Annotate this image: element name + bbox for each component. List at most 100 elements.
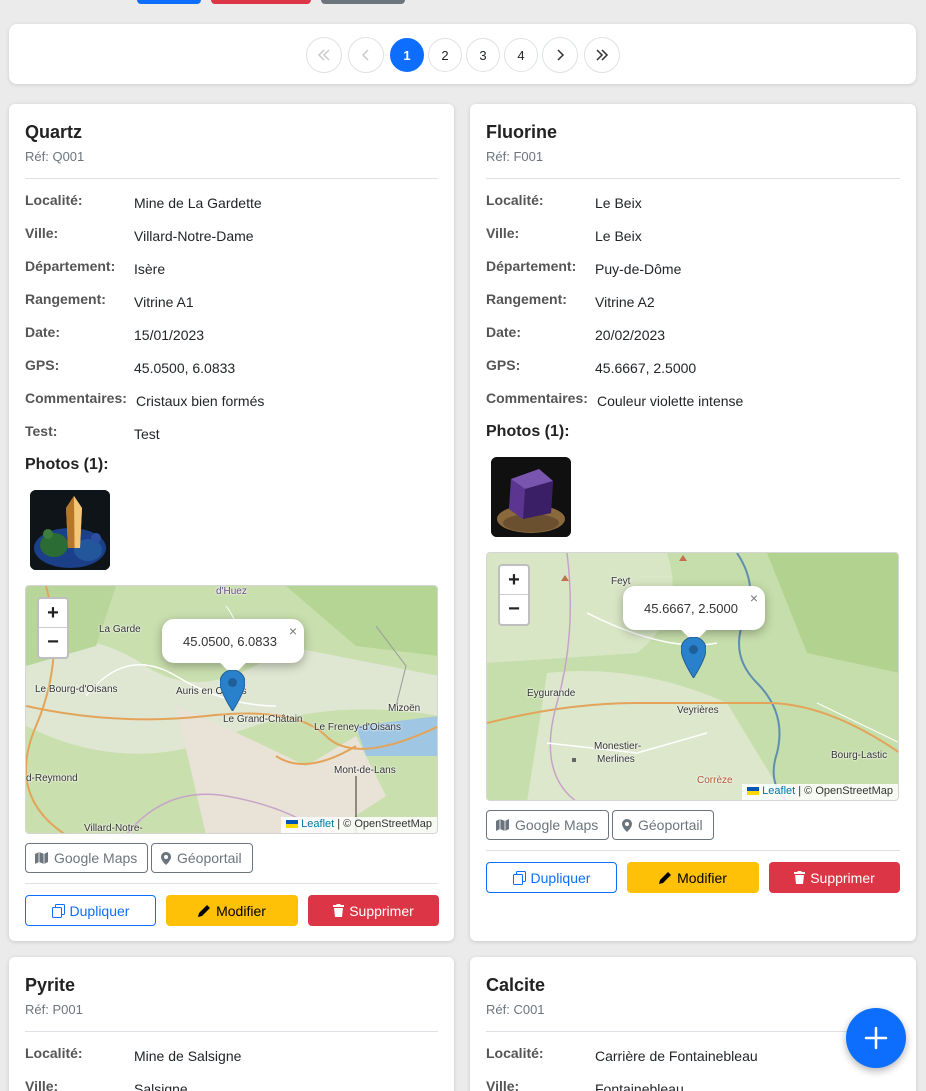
ukraine-flag-icon [286, 820, 299, 829]
popup-close-button[interactable]: × [750, 590, 758, 606]
field-label: GPS: [25, 357, 60, 373]
map-place-label: Le Bourg-d'Oisans [35, 684, 118, 695]
photos-title: Photos (1): [25, 456, 109, 473]
page-1-button[interactable]: 1 [390, 38, 424, 72]
prev-page-button[interactable] [348, 37, 384, 73]
card-ref: Réf: Q001 [25, 149, 85, 164]
field-label: Commentaires: [25, 390, 127, 406]
field-value: Couleur violette intense [597, 393, 744, 409]
field-gps: GPS: 45.6667, 2.5000 [486, 357, 900, 379]
map-marker-icon[interactable] [220, 670, 245, 711]
delete-button[interactable]: Supprimer [308, 895, 439, 926]
top-secondary-button[interactable] [321, 0, 405, 4]
geoportail-button[interactable]: Géoportail [151, 843, 253, 873]
divider [486, 1031, 900, 1032]
field-label: Localité: [25, 192, 83, 208]
field-label: Rangement: [486, 291, 567, 307]
photos-title: Photos (1): [486, 423, 570, 440]
map-place-label: Corrèze [697, 775, 733, 786]
zoom-out-button[interactable]: − [39, 628, 67, 657]
card-ref: Réf: C001 [486, 1002, 545, 1017]
location-pin-icon [622, 818, 632, 832]
pagination-card: 1 2 3 4 [9, 24, 916, 84]
field-localite: Localité: Mine de Salsigne [25, 1045, 438, 1067]
field-departement: Département: Puy-de-Dôme [486, 258, 900, 280]
field-label: Commentaires: [486, 390, 588, 406]
map-popup: 45.0500, 6.0833 × [162, 619, 304, 676]
delete-label: Supprimer [349, 902, 414, 919]
delete-label: Supprimer [810, 869, 875, 886]
quartz-crystal-photo [30, 490, 110, 570]
duplicate-button[interactable]: Dupliquer [486, 862, 617, 893]
google-maps-button[interactable]: Google Maps [25, 843, 149, 873]
field-label: Date: [486, 324, 522, 340]
divider [486, 178, 900, 179]
field-value: Villard-Notre-Dame [134, 228, 254, 244]
first-page-button[interactable] [306, 37, 342, 73]
field-value: Vitrine A1 [134, 294, 194, 310]
divider [25, 178, 438, 179]
field-test: Test: Test [25, 423, 438, 445]
field-label: Ville: [25, 225, 59, 241]
top-primary-button[interactable] [137, 0, 201, 4]
add-mineral-button[interactable] [846, 1008, 906, 1068]
google-maps-label: Google Maps [54, 850, 138, 866]
card-title: Quartz [25, 122, 83, 142]
double-chevron-left-icon [317, 49, 330, 61]
field-value: Cristaux bien formés [136, 393, 265, 409]
field-ville: Ville: Fontainebleau [486, 1078, 900, 1091]
last-page-button[interactable] [584, 37, 620, 73]
google-maps-label: Google Maps [515, 817, 599, 833]
location-pin-icon [161, 851, 171, 865]
geoportail-label: Géoportail [638, 817, 703, 833]
field-value: Salsigne [134, 1081, 188, 1091]
map-popup: 45.6667, 2.5000 × [623, 586, 765, 643]
field-label: Ville: [25, 1078, 59, 1091]
page-4-button[interactable]: 4 [504, 38, 538, 72]
divider [25, 1031, 438, 1032]
popup-close-button[interactable]: × [289, 623, 297, 639]
geoportail-button[interactable]: Géoportail [612, 810, 714, 840]
delete-button[interactable]: Supprimer [769, 862, 900, 893]
edit-label: Modifier [677, 869, 727, 886]
next-page-button[interactable] [542, 37, 578, 73]
field-value: Isère [134, 261, 166, 277]
leaflet-link[interactable]: Leaflet [762, 785, 795, 797]
field-commentaires: Commentaires: Couleur violette intense [486, 390, 900, 412]
duplicate-button[interactable]: Dupliquer [25, 895, 156, 926]
top-danger-button[interactable] [211, 0, 311, 4]
edit-button[interactable]: Modifier [627, 862, 759, 893]
field-date: Date: 20/02/2023 [486, 324, 900, 346]
map-icon [35, 852, 48, 864]
field-date: Date: 15/01/2023 [25, 324, 438, 346]
field-value: Le Beix [595, 228, 642, 244]
map-place-label: La Garde [99, 624, 141, 635]
field-value: 45.6667, 2.5000 [595, 360, 697, 376]
zoom-in-button[interactable]: + [39, 599, 67, 628]
trash-icon [794, 871, 806, 884]
page-2-button[interactable]: 2 [428, 38, 462, 72]
field-departement: Département: Isère [25, 258, 438, 280]
field-label: Ville: [486, 1078, 520, 1091]
location-map[interactable]: d'Huez La Garde Le Bourg-d'Oisans Auris … [25, 585, 438, 834]
field-value: 45.0500, 6.0833 [134, 360, 236, 376]
copy-icon [51, 903, 65, 918]
map-marker-icon[interactable] [681, 637, 706, 678]
card-title: Fluorine [486, 122, 557, 142]
zoom-in-button[interactable]: + [500, 566, 528, 595]
pagination: 1 2 3 4 [9, 37, 916, 73]
page-3-button[interactable]: 3 [466, 38, 500, 72]
card-title: Pyrite [25, 975, 76, 995]
field-ville: Ville: Villard-Notre-Dame [25, 225, 438, 247]
location-map[interactable]: Feyt Eygurande Veyrières Monestier- Merl… [486, 552, 899, 801]
map-place-label: Monestier- [594, 741, 642, 752]
zoom-out-button[interactable]: − [500, 595, 528, 624]
photo-thumbnail[interactable] [491, 457, 571, 537]
google-maps-button[interactable]: Google Maps [486, 810, 610, 840]
field-value: Mine de Salsigne [134, 1048, 242, 1064]
photo-thumbnail[interactable] [30, 490, 110, 570]
edit-button[interactable]: Modifier [166, 895, 298, 926]
plus-icon [864, 1026, 888, 1050]
popup-text: 45.6667, 2.5000 [644, 601, 738, 616]
leaflet-link[interactable]: Leaflet [301, 818, 334, 830]
